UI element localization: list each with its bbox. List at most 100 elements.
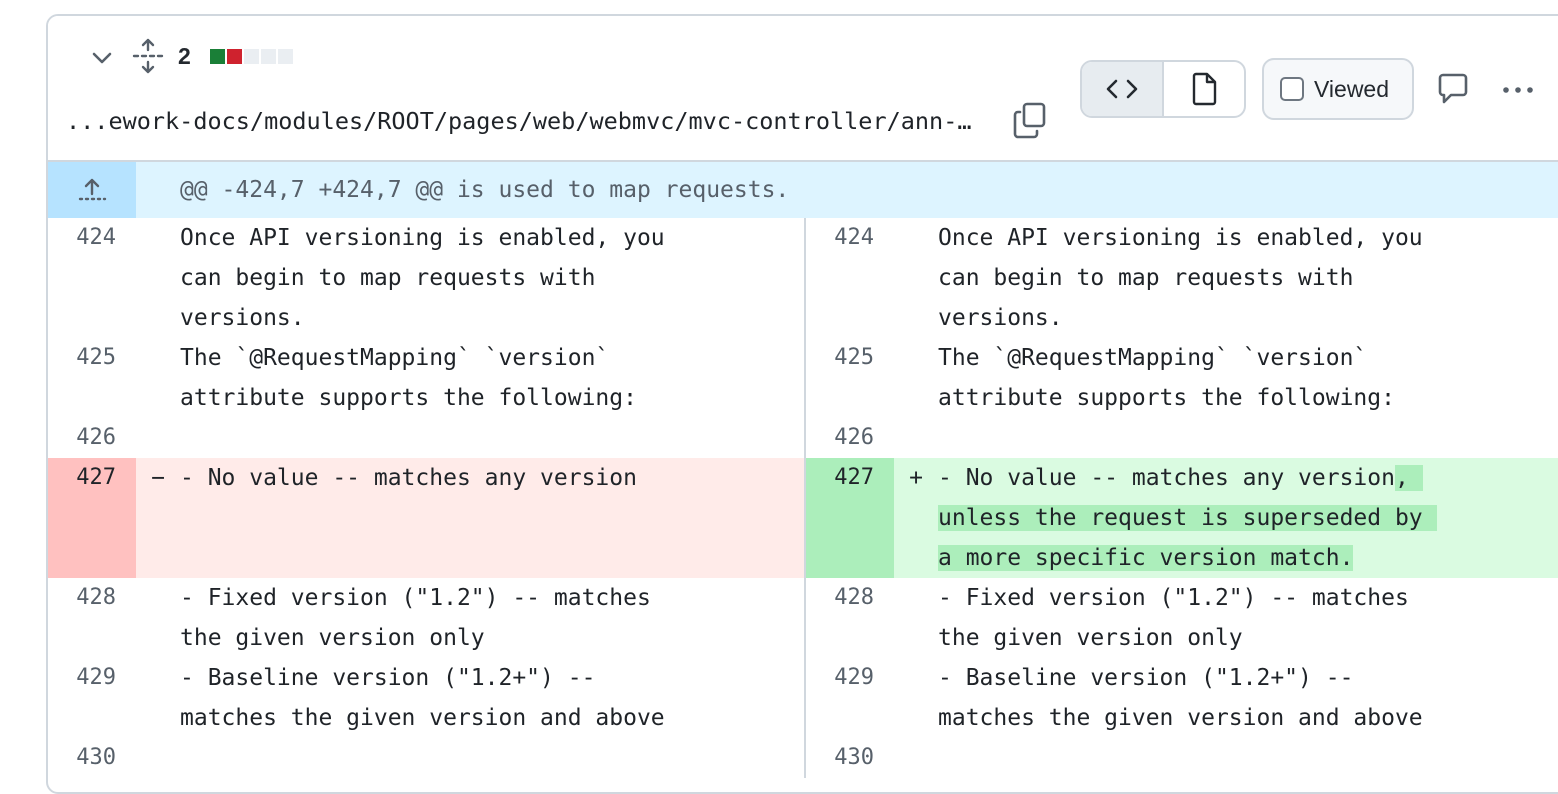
code-view-button[interactable]: [1082, 62, 1164, 116]
code-line: matches the given version and above: [938, 705, 1423, 731]
viewed-label: Viewed: [1314, 75, 1390, 102]
diff-file-container: 2 ...ework-docs/modules/ROOT/pages/web/w…: [46, 14, 1558, 794]
code-line: can begin to map requests with: [180, 265, 596, 291]
right-side-line: 429 - Baseline version ("1.2+") -- matches…: [806, 658, 1558, 738]
diff-sign: [894, 218, 938, 338]
code-text: - Baseline version ("1.2+") -- matches th…: [938, 658, 1558, 738]
right-side-line: 426: [806, 418, 1558, 458]
diff-sign: [894, 338, 938, 418]
code-line: Once API versioning is enabled, you: [180, 225, 665, 251]
code-text: The `@RequestMapping` `version` attribute…: [938, 338, 1558, 418]
diff-row: 426 426: [48, 418, 1558, 458]
diff-row: 429 - Baseline version ("1.2+") -- matches…: [48, 658, 1558, 738]
diff-sign: [136, 658, 180, 738]
hunk-header-text: @@ -424,7 +424,7 @@ is used to map reque…: [180, 177, 790, 203]
code-line: versions.: [938, 305, 1063, 331]
line-number[interactable]: 426: [806, 418, 894, 458]
diffstat-block: [261, 49, 276, 64]
code-text: The `@RequestMapping` `version` attribute…: [180, 338, 804, 418]
code-text: - Baseline version ("1.2+") -- matches th…: [180, 658, 804, 738]
line-number[interactable]: 429: [48, 658, 136, 738]
left-side-line: 428 - Fixed version ("1.2") -- matches the…: [48, 578, 806, 658]
view-toggle: [1080, 60, 1246, 118]
kebab-horizontal-icon[interactable]: [1498, 76, 1538, 104]
chevron-down-icon[interactable]: [88, 44, 116, 72]
code-line: - No value -- matches any version: [180, 465, 637, 491]
code-line: - Fixed version ("1.2") -- matches: [938, 585, 1409, 611]
right-side-line: 428 - Fixed version ("1.2") -- matches the…: [806, 578, 1558, 658]
diff-sign: +: [909, 465, 923, 491]
changes-count: 2: [178, 43, 191, 69]
code-text: - No value -- matches any version: [180, 458, 804, 578]
diffstat-block: [227, 49, 242, 64]
code-text: - Fixed version ("1.2") -- matches the gi…: [938, 578, 1558, 658]
code-text: Once API versioning is enabled, you can b…: [938, 218, 1558, 338]
diff-sign: −: [136, 458, 180, 578]
code-line: The `@RequestMapping` `version`: [938, 345, 1368, 371]
code-line: a more specific version match.: [938, 538, 1558, 578]
left-side-line: 425 The `@RequestMapping` `version` attrib…: [48, 338, 806, 418]
code-line: - Fixed version ("1.2") -- matches: [180, 585, 651, 611]
code-line: can begin to map requests with: [938, 265, 1354, 291]
code-line: Once API versioning is enabled, you: [938, 225, 1423, 251]
expand-up-button[interactable]: [48, 162, 136, 218]
diff-sign: [136, 418, 180, 458]
hunk-header: @@ -424,7 +424,7 @@ is used to map reque…: [48, 162, 1558, 218]
line-number[interactable]: 425: [806, 338, 894, 418]
line-number[interactable]: 427: [48, 458, 136, 578]
right-side-line: 425 The `@RequestMapping` `version` attrib…: [806, 338, 1558, 418]
file-icon: [1192, 72, 1217, 106]
line-number[interactable]: 430: [806, 738, 894, 778]
added-segment: ,: [1394, 465, 1423, 491]
diff-row: 428 - Fixed version ("1.2") -- matches the…: [48, 578, 1558, 658]
code-line: versions.: [180, 305, 305, 331]
fold-icon[interactable]: [132, 38, 164, 74]
file-path[interactable]: ...ework-docs/modules/ROOT/pages/web/web…: [66, 104, 971, 138]
diffstat-bar: [210, 49, 293, 64]
code-text: [180, 738, 804, 778]
line-number[interactable]: 424: [48, 218, 136, 338]
line-number[interactable]: 429: [806, 658, 894, 738]
file-view-button[interactable]: [1164, 62, 1244, 116]
line-number[interactable]: 424: [806, 218, 894, 338]
code-line: attribute supports the following:: [938, 385, 1395, 411]
right-side-line: 427 + - No value -- matches any version, u…: [806, 458, 1558, 578]
diff-sign: [894, 658, 938, 738]
copy-icon[interactable]: [1012, 100, 1048, 140]
line-number[interactable]: 426: [48, 418, 136, 458]
code-text: - Fixed version ("1.2") -- matches the gi…: [180, 578, 804, 658]
diffstat-block: [278, 49, 293, 64]
line-number[interactable]: 427: [806, 458, 894, 578]
diff-row: 424 Once API versioning is enabled, you ca…: [48, 218, 1558, 338]
comment-icon[interactable]: [1436, 72, 1470, 106]
file-header: 2 ...ework-docs/modules/ROOT/pages/web/w…: [48, 16, 1558, 162]
diff-row: 430 430: [48, 738, 1558, 778]
code-text: [938, 418, 1558, 458]
diff-sign: [894, 738, 938, 778]
right-side-line: 424 Once API versioning is enabled, you ca…: [806, 218, 1558, 338]
code-line: - No value -- matches any version,: [938, 458, 1558, 498]
code-line: - Baseline version ("1.2+") --: [180, 665, 596, 691]
left-side-line: 427− - No value -- matches any version: [48, 458, 806, 578]
code-text: Once API versioning is enabled, you can b…: [180, 218, 804, 338]
viewed-checkbox-button[interactable]: Viewed: [1262, 58, 1414, 120]
diff-row: 427− - No value -- matches any version 427…: [48, 458, 1558, 578]
line-number[interactable]: 425: [48, 338, 136, 418]
left-side-line: 429 - Baseline version ("1.2+") -- matches…: [48, 658, 806, 738]
diff-row: 425 The `@RequestMapping` `version` attrib…: [48, 338, 1558, 418]
code-line: the given version only: [180, 625, 485, 651]
left-side-line: 424 Once API versioning is enabled, you ca…: [48, 218, 806, 338]
viewed-checkbox[interactable]: [1280, 77, 1304, 101]
code-line: attribute supports the following:: [180, 385, 637, 411]
diff-sign: [894, 418, 938, 458]
left-side-line: 426: [48, 418, 806, 458]
line-number[interactable]: 428: [48, 578, 136, 658]
line-number[interactable]: 428: [806, 578, 894, 658]
line-number[interactable]: 430: [48, 738, 136, 778]
